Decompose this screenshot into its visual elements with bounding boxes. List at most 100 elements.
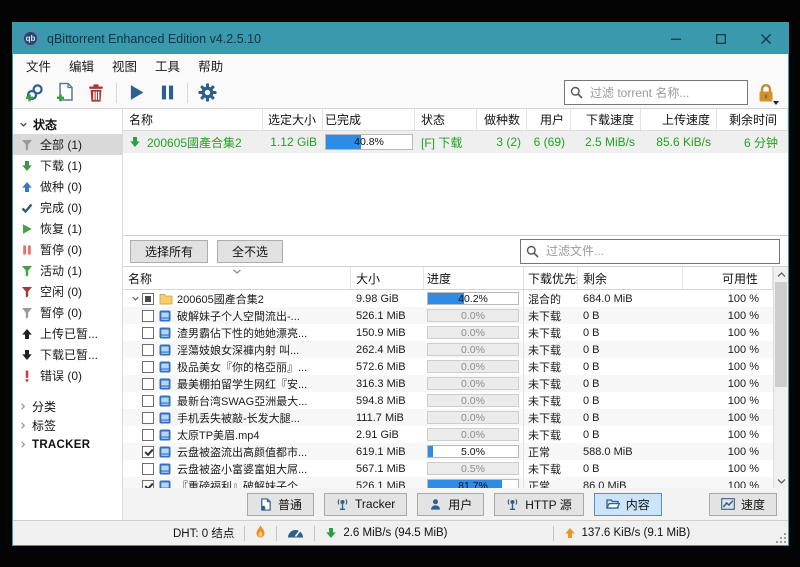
file-checkbox[interactable] <box>142 395 154 407</box>
column-header-seeds[interactable]: 做种数 <box>477 109 527 130</box>
file-row[interactable]: 太原TP美眉.mp4 2.91 GiB 0.0% 未下载 <box>123 426 773 443</box>
file-row[interactable]: 最新台湾SWAG亞洲最大... 594.8 MiB 0.0% 未下载 <box>123 392 773 409</box>
collapse-arrow-icon[interactable] <box>128 413 142 422</box>
menu-item[interactable]: 帮助 <box>189 56 232 75</box>
sidebar-status-item[interactable]: 下载已暂... <box>13 344 122 365</box>
column-header-file-availability[interactable]: 可用性 <box>683 267 773 289</box>
file-row[interactable]: 淫蕩妓娘女深褲内射 叫... 262.4 MiB 0.0% 未下载 <box>123 341 773 358</box>
collapse-arrow-icon[interactable] <box>128 362 142 371</box>
collapse-arrow-icon[interactable] <box>128 481 142 488</box>
file-row[interactable]: 渣男霸佔下性的她她漂亮... 150.9 MiB 0.0% 未下载 <box>123 324 773 341</box>
column-header-name[interactable]: 名称 <box>123 109 263 130</box>
delete-button[interactable] <box>83 80 109 106</box>
menu-item[interactable]: 编辑 <box>60 56 103 75</box>
collapse-arrow-icon[interactable] <box>128 464 142 473</box>
file-checkbox[interactable] <box>142 344 154 356</box>
column-header-file-progress[interactable]: 进度 <box>424 267 524 289</box>
torrent-row[interactable]: 200605國產合集2 1.12 GiB 40.8% [F] 下载 3 (2) … <box>123 131 788 153</box>
file-priority[interactable]: 未下载 <box>524 409 578 426</box>
select-none-button[interactable]: 全不选 <box>217 240 283 263</box>
file-priority[interactable]: 正常 <box>524 477 578 488</box>
file-row[interactable]: 极品美女『你的格亞丽』... 572.6 MiB 0.0% 未下载 <box>123 358 773 375</box>
file-checkbox[interactable] <box>142 327 154 339</box>
column-header-file-priority[interactable]: 下载优先级 <box>524 267 578 289</box>
scrollbar-track[interactable] <box>774 282 788 473</box>
file-checkbox[interactable] <box>142 480 154 489</box>
sidebar-status-item[interactable]: 错误 (0) <box>13 365 122 386</box>
detail-tab[interactable]: 用户 <box>417 493 484 516</box>
sidebar-status-header[interactable]: 状态 <box>13 114 122 134</box>
vertical-scrollbar[interactable] <box>773 267 788 488</box>
column-header-peers[interactable]: 用户 <box>527 109 571 130</box>
scroll-up-button[interactable] <box>774 267 788 282</box>
collapse-arrow-icon[interactable] <box>128 379 142 388</box>
file-priority[interactable]: 未下载 <box>524 324 578 341</box>
detail-tab[interactable]: Tracker <box>324 493 407 516</box>
file-checkbox[interactable] <box>142 463 154 475</box>
column-header-status[interactable]: 状态 <box>415 109 477 130</box>
sidebar-group-item[interactable]: 分类 <box>13 397 122 416</box>
sidebar-status-item[interactable]: 空闲 (0) <box>13 281 122 302</box>
sidebar-status-item[interactable]: 暂停 (0) <box>13 302 122 323</box>
menu-item[interactable]: 工具 <box>146 56 189 75</box>
column-header-up-speed[interactable]: 上传速度 <box>641 109 717 130</box>
file-priority[interactable]: 未下载 <box>524 307 578 324</box>
column-header-done[interactable]: 已完成 <box>323 109 415 130</box>
sidebar-status-item[interactable]: 做种 (0) <box>13 176 122 197</box>
file-checkbox[interactable] <box>142 293 154 305</box>
add-torrent-file-button[interactable] <box>52 80 78 106</box>
detail-tab[interactable]: 内容 <box>594 493 662 516</box>
sidebar-status-item[interactable]: 上传已暂... <box>13 323 122 344</box>
detail-tab[interactable]: HTTP 源 <box>494 493 583 516</box>
column-header-eta[interactable]: 剩余时间 <box>717 109 788 130</box>
menu-item[interactable]: 视图 <box>103 56 146 75</box>
column-header-selected-size[interactable]: 选定大小 <box>263 109 323 130</box>
file-row[interactable]: 手机丢失被敲-长发大腿... 111.7 MiB 0.0% 未下载 <box>123 409 773 426</box>
file-priority[interactable]: 未下载 <box>524 375 578 392</box>
resize-grip[interactable] <box>776 533 786 543</box>
file-checkbox[interactable] <box>142 310 154 322</box>
collapse-arrow-icon[interactable] <box>128 311 142 320</box>
select-all-button[interactable]: 选择所有 <box>130 240 208 263</box>
sidebar-status-item[interactable]: 暂停 (0) <box>13 239 122 260</box>
file-priority[interactable]: 正常 <box>524 443 578 460</box>
file-row[interactable]: 200605國產合集2 9.98 GiB 40.2% 混合的 <box>123 290 773 307</box>
file-row[interactable]: 最美棚拍留学生网红『安... 316.3 MiB 0.0% 未下载 <box>123 375 773 392</box>
alt-speed-gauge-icon[interactable] <box>287 526 304 541</box>
sidebar-group-item[interactable]: TRACKER <box>13 435 122 454</box>
sidebar-status-item[interactable]: 下载 (1) <box>13 155 122 176</box>
column-header-file-name[interactable]: 名称 <box>123 267 351 289</box>
collapse-arrow-icon[interactable] <box>128 396 142 405</box>
sidebar-group-item[interactable]: 标签 <box>13 416 122 435</box>
maximize-button[interactable] <box>698 23 743 54</box>
column-header-file-size[interactable]: 大小 <box>351 267 424 289</box>
file-priority[interactable]: 未下载 <box>524 358 578 375</box>
file-priority[interactable]: 未下载 <box>524 392 578 409</box>
detail-tab[interactable]: 普通 <box>247 493 314 516</box>
pause-button[interactable] <box>154 80 180 106</box>
file-priority[interactable]: 未下载 <box>524 426 578 443</box>
torrent-filter-input[interactable] <box>588 85 742 101</box>
file-checkbox[interactable] <box>142 412 154 424</box>
scroll-down-button[interactable] <box>774 473 788 488</box>
sidebar-status-item[interactable]: 完成 (0) <box>13 197 122 218</box>
lock-button[interactable] <box>754 80 778 106</box>
options-button[interactable] <box>194 80 220 106</box>
menu-item[interactable]: 文件 <box>17 56 60 75</box>
file-priority[interactable]: 未下载 <box>524 341 578 358</box>
file-filter-input[interactable] <box>544 243 774 259</box>
file-row[interactable]: 破解妹子个人空間流出-... 526.1 MiB 0.0% 未下载 <box>123 307 773 324</box>
close-button[interactable] <box>743 23 788 54</box>
collapse-arrow-icon[interactable] <box>128 447 142 456</box>
file-checkbox[interactable] <box>142 446 154 458</box>
column-header-dl-speed[interactable]: 下载速度 <box>571 109 641 130</box>
file-row[interactable]: 云盘被盗流出高颜值都市... 619.1 MiB 5.0% 正常 <box>123 443 773 460</box>
file-checkbox[interactable] <box>142 378 154 390</box>
speed-tab[interactable]: 速度 <box>709 493 777 516</box>
file-checkbox[interactable] <box>142 429 154 441</box>
file-checkbox[interactable] <box>142 361 154 373</box>
add-torrent-link-button[interactable] <box>21 80 47 106</box>
file-priority[interactable]: 未下载 <box>524 460 578 477</box>
sidebar-status-item[interactable]: 活动 (1) <box>13 260 122 281</box>
file-row[interactable]: 云盘被盗小富婆富姐大屌... 567.1 MiB 0.5% 未下载 <box>123 460 773 477</box>
